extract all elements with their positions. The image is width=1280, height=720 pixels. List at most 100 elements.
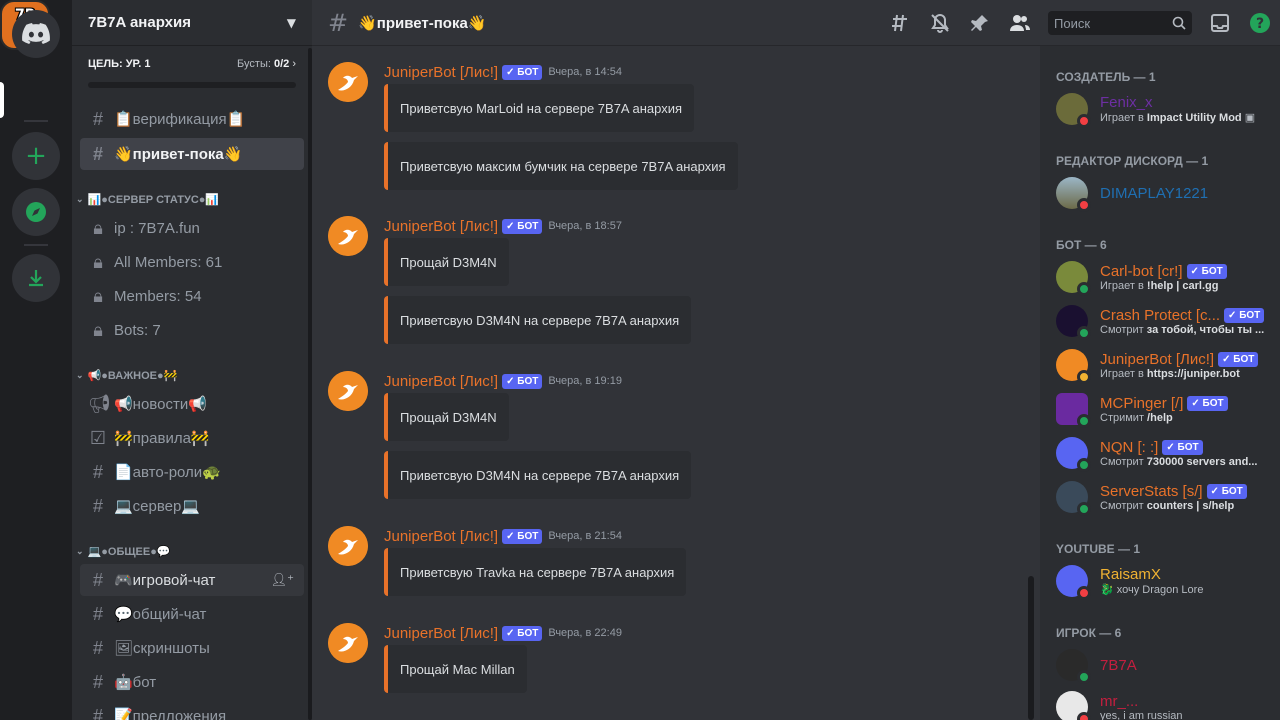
channel-label: 💻сервер💻 [114, 498, 201, 515]
lock-icon: 🔒︎ [93, 285, 103, 306]
plus-icon: + [25, 141, 47, 171]
category-general[interactable]: ⌄ 💻●ОБЩЕЕ●💬 [76, 541, 171, 561]
juniperbot-avatar[interactable] [328, 526, 368, 566]
member-list-icon[interactable] [1008, 11, 1032, 35]
message-embed: Прощай D3M4N [384, 238, 509, 286]
channel-general-chat[interactable]: # 💬общий-чат [80, 598, 304, 630]
channel-title: 👋привет-пока👋 [358, 14, 487, 32]
channel-label: Bots: 7 [114, 321, 161, 339]
help-icon[interactable]: ? [1248, 11, 1272, 35]
member-item[interactable]: ServerStats [s/] ✓ БОТ Смотрит counters |… [1048, 476, 1272, 518]
hash-icon: # [328, 8, 349, 37]
member-group-header: YOUTUBE — 1 [1056, 542, 1141, 556]
message-timestamp: Вчера, в 22:49 [548, 627, 622, 639]
server-header[interactable]: 7B7A анархия ▼ [72, 0, 312, 46]
member-activity: Играет в !help | carl.gg [1100, 279, 1219, 292]
member-item[interactable]: DIMAPLAY1221 [1048, 172, 1272, 214]
channel-label: 📋верификация📋 [114, 111, 246, 128]
category-label: 📢●ВАЖНОЕ●🚧 [87, 369, 178, 382]
message-timestamp: Вчера, в 18:57 [548, 220, 622, 232]
juniperbot-avatar[interactable] [328, 62, 368, 102]
message-author[interactable]: JuniperBot [Лис!] [384, 64, 498, 81]
hash-icon: # [92, 637, 103, 658]
member-activity: Смотрит counters | s/help [1100, 499, 1235, 512]
channel-bots[interactable]: 🔒︎ Bots: 7 [80, 314, 304, 346]
channel-hello-bye[interactable]: # 👋привет-пока👋 [80, 138, 304, 170]
member-item[interactable]: JuniperBot [Лис!] ✓ БОТ Играет в https://… [1048, 344, 1272, 386]
home-button[interactable] [12, 10, 60, 58]
channel-bot[interactable]: # 🤖бот [80, 666, 304, 698]
member-item[interactable]: Carl-bot [cr!] ✓ БОТ Играет в !help | car… [1048, 256, 1272, 298]
juniperbot-avatar[interactable] [328, 623, 368, 663]
message-embed: Прощай D3M4N [384, 393, 509, 441]
member-item[interactable]: mr_... yes, i am russian [1048, 686, 1272, 720]
channel-ip[interactable]: 🔒︎ ip : 7B7A.fun [80, 212, 304, 244]
search-input[interactable]: Поиск [1048, 11, 1192, 35]
bot-badge: ✓ БОТ [1218, 351, 1259, 367]
member-item[interactable]: NQN [: :] ✓ БОТ Смотрит 730000 servers an… [1048, 432, 1272, 474]
bot-badge: ✓ БОТ [502, 218, 543, 234]
message-author[interactable]: JuniperBot [Лис!] [384, 528, 498, 545]
bot-badge: ✓ БОТ [502, 528, 543, 544]
member-activity: Смотрит за тобой, чтобы ты ... [1100, 323, 1265, 336]
chat-scrollbar[interactable] [1028, 576, 1034, 720]
add-server-button[interactable]: + [12, 132, 60, 180]
bot-badge: ✓ БОТ [1186, 263, 1227, 279]
member-activity: 🐉 хочу Dragon Lore [1100, 584, 1204, 596]
message-author[interactable]: JuniperBot [Лис!] [384, 373, 498, 390]
category-important[interactable]: ⌄ 📢●ВАЖНОЕ●🚧 [76, 365, 177, 385]
member-item[interactable]: 7B7A [1048, 644, 1272, 686]
status-dnd-icon [1077, 586, 1091, 600]
channel-label: Members: 54 [114, 287, 202, 305]
message-timestamp: Вчера, в 21:54 [548, 530, 622, 542]
search-placeholder: Поиск [1054, 15, 1091, 31]
boosts-count: Бусты: 0/2 › [237, 58, 296, 70]
download-apps-button[interactable] [12, 254, 60, 302]
channel-label: 🎮игровой-чат [114, 572, 216, 589]
member-item[interactable]: RaisamX 🐉 хочу Dragon Lore [1048, 560, 1272, 602]
boost-progress-bar [88, 82, 296, 88]
channel-server[interactable]: # 💻сервер💻 [80, 490, 304, 522]
bot-badge: ✓ БОТ [1162, 439, 1203, 455]
juniperbot-avatar[interactable] [328, 216, 368, 256]
member-name: Carl-bot [cr!] [1100, 262, 1183, 280]
channel-label: All Members: 61 [114, 253, 223, 271]
message-author[interactable]: JuniperBot [Лис!] [384, 625, 498, 642]
juniperbot-avatar[interactable] [328, 371, 368, 411]
member-item[interactable]: Fenix_x Играет в Impact Utility Mod ▣ [1048, 88, 1272, 130]
rail-divider [24, 120, 48, 122]
message-embed: Приветсвую D3M4N на сервере 7B7A анархия [384, 451, 692, 499]
mute-bell-icon[interactable] [928, 11, 952, 35]
channel-members[interactable]: 🔒︎ Members: 54 [80, 280, 304, 312]
threads-icon[interactable] [888, 11, 912, 35]
explore-servers-button[interactable] [12, 188, 60, 236]
channel-rules[interactable]: ☑ 🚧правила🚧 [80, 422, 304, 454]
member-name: DIMAPLAY1221 [1100, 184, 1209, 202]
member-name: 7B7A [1100, 656, 1137, 674]
chevron-down-icon: ⌄ [76, 193, 84, 204]
inbox-icon[interactable] [1208, 11, 1232, 35]
bot-badge: ✓ БОТ [502, 64, 543, 80]
hash-icon: # [92, 671, 103, 692]
member-item[interactable]: MCPinger [/] ✓ БОТ Стримит /help [1048, 388, 1272, 430]
rail-divider-2 [24, 244, 48, 246]
channel-suggestions[interactable]: # 📝предложения [80, 700, 304, 720]
boost-goal[interactable]: ЦЕЛЬ: УР. 1 Бусты: 0/2 › [72, 46, 312, 90]
member-item[interactable]: Crash Protect [c... ✓ БОТ Смотрит за тобо… [1048, 300, 1272, 342]
status-idle-icon [1077, 370, 1091, 384]
channel-auto-roles[interactable]: # 📄авто-роли🐢 [80, 456, 304, 488]
member-activity: Играет в Impact Utility Mod ▣ [1100, 112, 1256, 124]
channel-screenshots[interactable]: # 🖼скриншоты [80, 632, 304, 664]
category-server-status[interactable]: ⌄ 📊●СЕРВЕР СТАТУС●📊 [76, 189, 219, 209]
chat-header: # 👋привет-пока👋 Поиск ? [312, 0, 1280, 46]
channel-game-chat[interactable]: # 🎮игровой-чат 👤︎⁺ [80, 564, 304, 596]
member-avatar [1056, 93, 1091, 128]
member-name: Fenix_x [1100, 94, 1153, 111]
pin-icon[interactable] [968, 11, 992, 35]
channel-verification[interactable]: # 📋верификация📋 [80, 103, 304, 135]
channel-news[interactable]: 📢︎ 📢новости📢 [80, 388, 304, 420]
member-group-header: БОТ — 6 [1056, 238, 1107, 252]
message-author[interactable]: JuniperBot [Лис!] [384, 218, 498, 235]
create-invite-icon[interactable]: 👤︎⁺ [271, 572, 294, 588]
channel-all-members[interactable]: 🔒︎ All Members: 61 [80, 246, 304, 278]
